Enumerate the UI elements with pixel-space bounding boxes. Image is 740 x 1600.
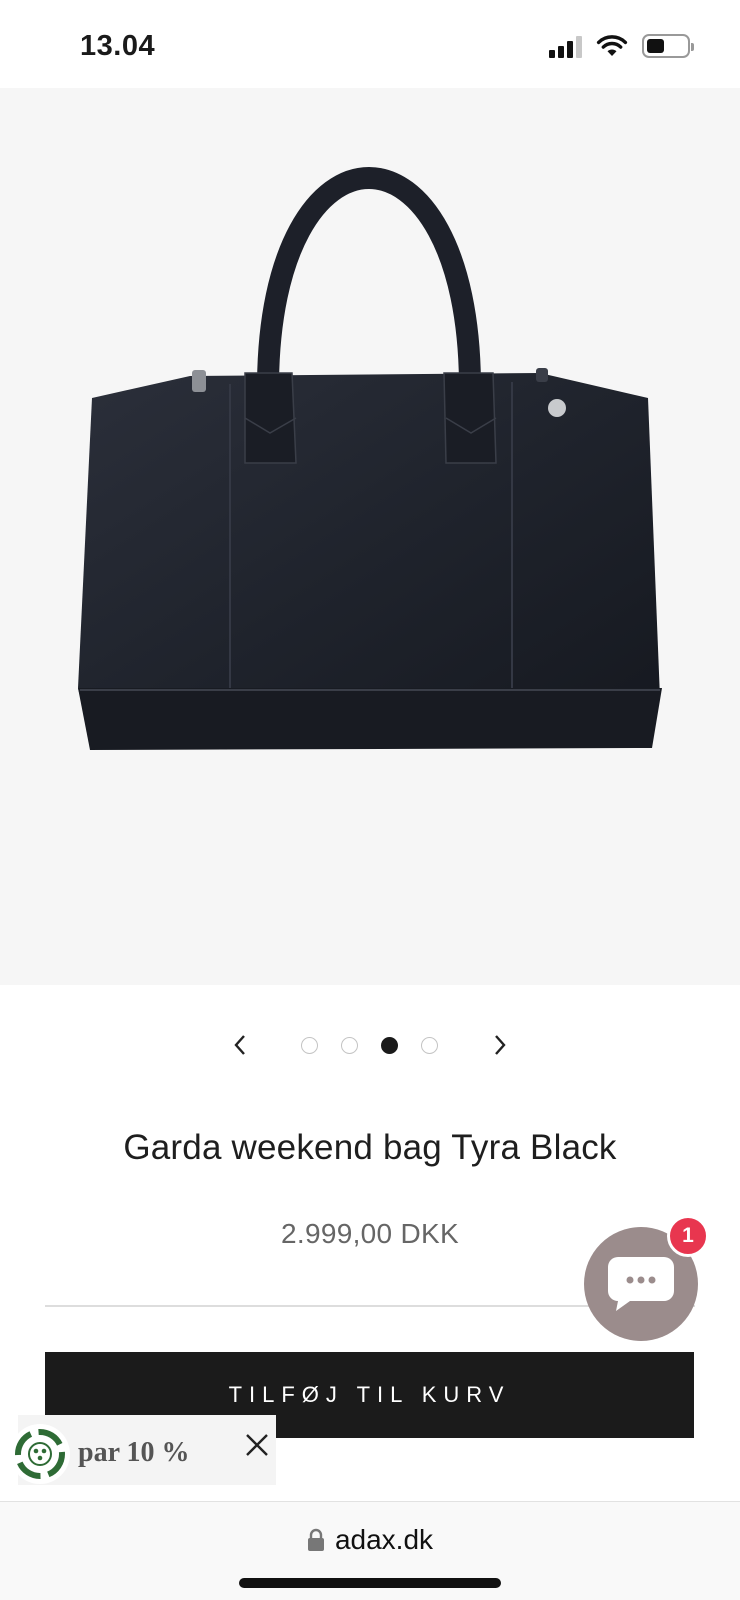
url-text: adax.dk xyxy=(334,1524,434,1555)
lock-icon xyxy=(307,1528,324,1551)
promo-text[interactable]: par 10 % xyxy=(78,1437,190,1469)
carousel-dot-3[interactable] xyxy=(381,1037,398,1054)
home-indicator xyxy=(239,1578,501,1588)
status-time: 13.04 xyxy=(80,30,156,62)
carousel-dot-1[interactable] xyxy=(301,1037,318,1054)
chevron-left-icon xyxy=(234,1035,245,1055)
sustainability-badge-icon[interactable] xyxy=(10,1424,70,1484)
previous-image-button[interactable] xyxy=(220,1025,260,1065)
promo-close-button[interactable] xyxy=(240,1428,274,1462)
wifi-icon xyxy=(596,35,628,56)
address-bar[interactable]: adax.dk xyxy=(0,1524,740,1556)
cellular-signal-icon xyxy=(549,34,582,58)
recycle-icon xyxy=(15,1429,65,1479)
carousel-dot-2[interactable] xyxy=(341,1037,358,1054)
image-carousel-nav xyxy=(0,1025,740,1065)
status-icons xyxy=(549,34,694,58)
next-image-button[interactable] xyxy=(480,1025,520,1065)
status-bar: 13.04 xyxy=(0,0,740,88)
chevron-right-icon xyxy=(495,1035,506,1055)
weekend-bag-image xyxy=(78,167,662,750)
battery-icon xyxy=(642,34,694,58)
chat-badge: 1 xyxy=(667,1215,709,1257)
carousel-dot-4[interactable] xyxy=(421,1037,438,1054)
close-icon xyxy=(246,1434,268,1456)
product-title: Garda weekend bag Tyra Black xyxy=(123,1128,617,1167)
battery-level xyxy=(647,39,665,53)
product-image[interactable] xyxy=(0,88,740,985)
chat-icon xyxy=(608,1257,674,1311)
